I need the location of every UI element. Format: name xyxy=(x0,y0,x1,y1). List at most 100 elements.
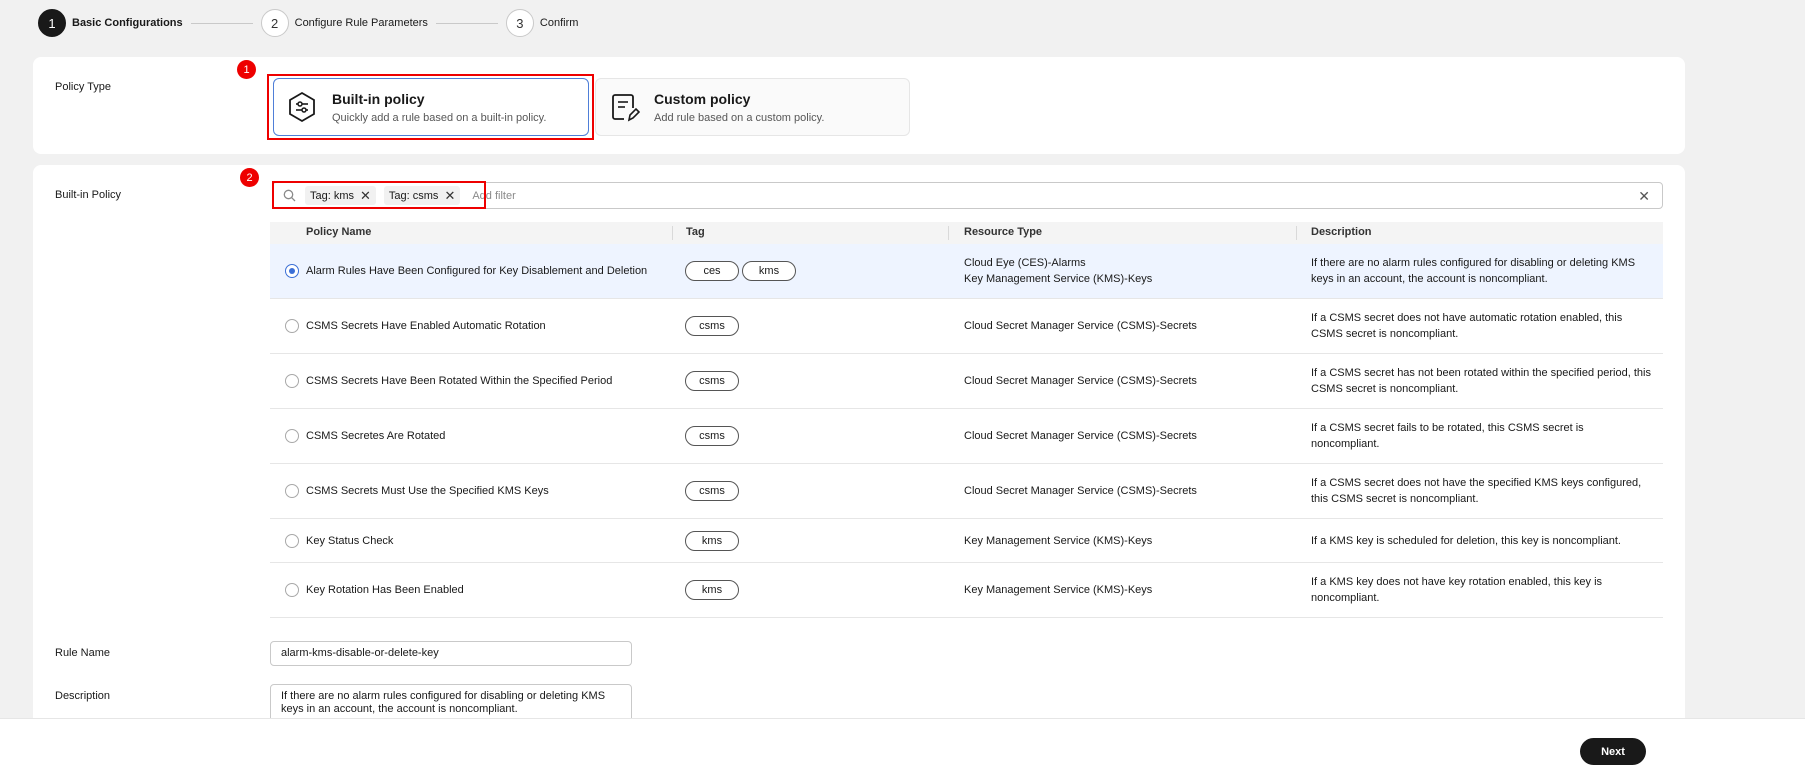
policy-name: CSMS Secrets Have Enabled Automatic Rota… xyxy=(306,320,546,332)
builtin-policy-title: Built-in policy xyxy=(332,90,425,107)
annotation-badge: 1 xyxy=(237,60,256,79)
resource-type: Cloud Secret Manager Service (CSMS)-Secr… xyxy=(964,430,1197,442)
document-edit-icon xyxy=(608,91,640,123)
rule-name-label: Rule Name xyxy=(55,647,111,659)
radio-button[interactable] xyxy=(285,534,299,548)
policy-name: Key Rotation Has Been Enabled xyxy=(306,584,464,596)
tag-pill: ces xyxy=(685,261,739,281)
column-header-resource-type: Resource Type xyxy=(964,226,1043,238)
table-row[interactable]: Key Rotation Has Been Enabled kms Key Ma… xyxy=(270,563,1663,618)
description-line: keys in an account, the account is nonco… xyxy=(1311,273,1548,285)
step-number: 3 xyxy=(505,9,534,37)
step-number: 2 xyxy=(260,9,289,37)
tag-list: ces kms xyxy=(685,261,799,281)
description-label: Description xyxy=(55,690,111,702)
table-row[interactable]: Alarm Rules Have Been Configured for Key… xyxy=(270,244,1663,299)
policy-name: Alarm Rules Have Been Configured for Key… xyxy=(306,265,648,277)
policy-description: If a CSMS secret fails to be rotated, th… xyxy=(1311,420,1584,452)
tag-list: csms xyxy=(685,426,742,446)
next-button[interactable]: Next xyxy=(1580,738,1646,765)
table-row[interactable]: Key Status Check kms Key Management Serv… xyxy=(270,519,1663,563)
rule-name-input[interactable]: alarm-kms-disable-or-delete-key xyxy=(270,641,632,666)
tag-pill: csms xyxy=(685,371,739,391)
table-row[interactable]: CSMS Secrets Have Enabled Automatic Rota… xyxy=(270,299,1663,354)
tag-pill: csms xyxy=(685,316,739,336)
column-header-tag: Tag xyxy=(686,226,705,238)
tag-list: csms xyxy=(685,481,742,501)
policy-description: If a CSMS secret has not been rotated wi… xyxy=(1311,365,1651,397)
radio-button[interactable] xyxy=(285,484,299,498)
table-row[interactable]: CSMS Secretes Are Rotated csms Cloud Sec… xyxy=(270,409,1663,464)
tag-pill: csms xyxy=(685,481,739,501)
column-divider xyxy=(948,226,949,240)
policy-name: CSMS Secretes Are Rotated xyxy=(306,430,446,442)
policy-description: If a CSMS secret does not have automatic… xyxy=(1311,310,1622,342)
policy-table: Policy Name Tag Resource Type Descriptio… xyxy=(270,222,1663,618)
resource-type: Key Management Service (KMS)-Keys xyxy=(964,584,1153,596)
description-line: CSMS secret is noncompliant. xyxy=(1311,383,1459,395)
resource-type-line: Cloud Eye (CES)-Alarms xyxy=(964,257,1086,269)
builtin-policy-label: Built-in Policy xyxy=(55,189,122,201)
column-header-description: Description xyxy=(1311,226,1372,238)
policy-settings-icon xyxy=(286,91,318,123)
description-line: CSMS secret is noncompliant. xyxy=(1311,328,1459,340)
tag-list: csms xyxy=(685,316,742,336)
description-line: If a CSMS secret does not have the speci… xyxy=(1311,477,1642,489)
annotation-badge: 2 xyxy=(240,168,259,187)
tag-list: kms xyxy=(685,580,742,600)
description-line: noncompliant. xyxy=(1311,438,1380,450)
column-header-policy-name: Policy Name xyxy=(306,226,372,238)
tag-pill: kms xyxy=(742,261,796,281)
custom-policy-title: Custom policy xyxy=(654,90,751,107)
tag-pill: kms xyxy=(685,580,739,600)
step-basic-configurations: 1 Basic Configurations xyxy=(38,9,183,37)
policy-type-label: Policy Type xyxy=(55,81,112,93)
table-header: Policy Name Tag Resource Type Descriptio… xyxy=(270,222,1663,244)
builtin-policy-desc: Quickly add a rule based on a built-in p… xyxy=(332,111,547,124)
resource-type: Cloud Eye (CES)-Alarms Key Management Se… xyxy=(964,255,1152,287)
description-text-line: If there are no alarm rules configured f… xyxy=(281,690,606,702)
radio-button[interactable] xyxy=(285,264,299,278)
policy-description: If a KMS key does not have key rotation … xyxy=(1311,574,1602,606)
description-text-line: keys in an account, the account is nonco… xyxy=(281,703,518,715)
description-line: If a CSMS secret does not have automatic… xyxy=(1311,312,1623,324)
resource-type: Cloud Secret Manager Service (CSMS)-Secr… xyxy=(964,485,1197,497)
resource-type: Cloud Secret Manager Service (CSMS)-Secr… xyxy=(964,320,1197,332)
stepper: 1 Basic Configurations 2 Configure Rule … xyxy=(38,8,578,38)
policy-type-card: Policy Type 1 Built-in policy Quickly ad… xyxy=(33,57,1685,154)
policy-name: CSMS Secrets Have Been Rotated Within th… xyxy=(306,375,613,387)
step-divider xyxy=(190,22,253,24)
step-label: Basic Configurations xyxy=(72,17,183,29)
custom-policy-option[interactable]: Custom policy Add rule based on a custom… xyxy=(595,78,910,136)
policy-name: Key Status Check xyxy=(306,535,394,547)
radio-button[interactable] xyxy=(285,319,299,333)
policy-description: If there are no alarm rules configured f… xyxy=(1311,255,1635,287)
resource-type-line: Key Management Service (KMS)-Keys xyxy=(964,273,1153,285)
clear-icon[interactable]: ✕ xyxy=(1638,188,1650,205)
step-confirm: 3 Confirm xyxy=(505,9,579,37)
description-line: this CSMS secret is noncompliant. xyxy=(1311,493,1479,505)
description-line: If a CSMS secret has not been rotated wi… xyxy=(1311,367,1651,379)
step-configure-rule-parameters: 2 Configure Rule Parameters xyxy=(260,9,428,37)
tag-list: csms xyxy=(685,371,742,391)
tag-list: kms xyxy=(685,531,742,551)
step-label: Configure Rule Parameters xyxy=(294,17,428,29)
annotation-box xyxy=(272,181,486,209)
table-row[interactable]: CSMS Secrets Must Use the Specified KMS … xyxy=(270,464,1663,519)
tag-pill: kms xyxy=(685,531,739,551)
step-number: 1 xyxy=(38,9,66,37)
column-divider xyxy=(672,226,673,240)
resource-type: Key Management Service (KMS)-Keys xyxy=(964,535,1153,547)
tag-pill: csms xyxy=(685,426,739,446)
builtin-policy-option[interactable]: Built-in policy Quickly add a rule based… xyxy=(273,78,589,136)
resource-type: Cloud Secret Manager Service (CSMS)-Secr… xyxy=(964,375,1197,387)
policy-description: If a KMS key is scheduled for deletion, … xyxy=(1311,535,1621,547)
table-row[interactable]: CSMS Secrets Have Been Rotated Within th… xyxy=(270,354,1663,409)
radio-button[interactable] xyxy=(285,429,299,443)
description-line: If there are no alarm rules configured f… xyxy=(1311,257,1636,269)
step-label: Confirm xyxy=(539,17,579,29)
radio-button[interactable] xyxy=(285,583,299,597)
step-divider xyxy=(435,22,498,24)
radio-button[interactable] xyxy=(285,374,299,388)
policy-name: CSMS Secrets Must Use the Specified KMS … xyxy=(306,485,549,497)
